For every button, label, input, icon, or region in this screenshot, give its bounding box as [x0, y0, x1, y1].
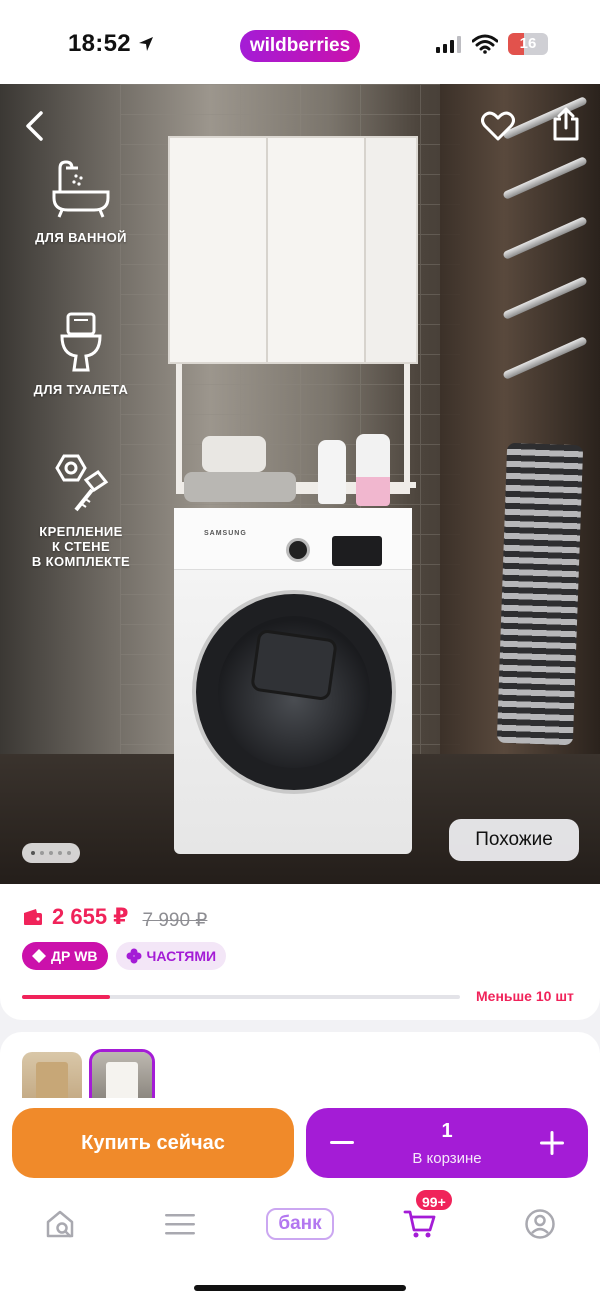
cabinet-upper [168, 136, 418, 364]
cabinet-door-right [268, 138, 366, 362]
favorite-button[interactable] [476, 104, 520, 148]
dr-wb-badge[interactable]: ДР WB [22, 942, 108, 970]
feature-wall-mount: КРЕПЛЕНИЕ К СТЕНЕ В КОМПЛЕКТЕ [22, 450, 140, 569]
promo-badges: ДР WB ЧАСТЯМИ [22, 942, 227, 970]
diamond-icon [32, 949, 46, 963]
washer-knob [286, 538, 310, 562]
tab-catalog[interactable] [150, 1196, 210, 1252]
price-card: 2 655 ₽ 7 990 ₽ ДР WB ЧАСТЯМИ Меньше 10 … [0, 884, 600, 1020]
increase-quantity-button[interactable] [522, 1108, 582, 1178]
home-search-icon [46, 1210, 74, 1238]
stock-label: Меньше 10 шт [476, 988, 574, 1004]
signal-icon [436, 36, 461, 53]
brand-pill[interactable]: wildberries [240, 30, 360, 62]
status-time: 18:52 [68, 30, 155, 58]
pagination-dot[interactable] [58, 851, 62, 855]
similar-button[interactable]: Похожие [449, 819, 579, 861]
in-cart-label: В корзине [412, 1150, 482, 1167]
plus-icon [540, 1131, 564, 1155]
home-indicator [194, 1285, 406, 1291]
towel-grey [184, 472, 296, 502]
cart-quantity-control: 1 В корзине [306, 1108, 588, 1178]
pagination-dot[interactable] [31, 851, 35, 855]
washer-addwash-window [250, 628, 338, 702]
system-icons: 16 [436, 33, 548, 55]
wifi-icon [472, 34, 498, 54]
cabinet-door-left [170, 138, 268, 362]
time-text: 18:52 [68, 30, 131, 57]
pagination-dot[interactable] [49, 851, 53, 855]
washing-machine: SAMSUNG [174, 508, 412, 854]
minus-icon [330, 1141, 354, 1144]
cabinet-illustration: SAMSUNG [168, 136, 418, 856]
back-button[interactable] [14, 104, 54, 148]
tab-profile[interactable] [510, 1196, 570, 1252]
tab-bar: банк 99+ [0, 1188, 600, 1256]
current-price: 2 655 ₽ [22, 904, 128, 930]
pagination-dot[interactable] [40, 851, 44, 855]
share-icon [553, 107, 579, 141]
product-page: 18:52 wildberries 16 SAMSUNG ДЛЯ ВАННОЙ … [0, 0, 600, 1303]
striped-towel [496, 442, 584, 746]
battery-indicator: 16 [508, 33, 548, 55]
stock-progress-fill [22, 995, 110, 999]
washer-display [332, 536, 382, 566]
bathtub-icon [52, 160, 110, 218]
bottle-white [318, 440, 346, 504]
buy-now-button[interactable]: Купить сейчас [12, 1108, 294, 1178]
product-image-gallery[interactable]: SAMSUNG ДЛЯ ВАННОЙ ДЛЯ ТУАЛЕТА КРЕПЛЕНИЕ… [0, 84, 600, 884]
installments-badge[interactable]: ЧАСТЯМИ [115, 942, 227, 970]
gallery-pagination[interactable] [22, 843, 80, 863]
toilet-icon [60, 312, 102, 372]
chevron-left-icon [26, 111, 43, 141]
tab-cart[interactable]: 99+ [390, 1188, 454, 1252]
menu-icon [165, 1214, 195, 1235]
feature-label: ДЛЯ ТУАЛЕТА [33, 382, 129, 397]
decrease-quantity-button[interactable] [312, 1108, 372, 1178]
feature-label: ДЛЯ ВАННОЙ [35, 230, 127, 245]
feature-bathroom: ДЛЯ ВАННОЙ [22, 154, 140, 245]
feature-toilet: ДЛЯ ТУАЛЕТА [22, 310, 140, 397]
share-button[interactable] [544, 102, 588, 146]
cart-count-badge: 99+ [414, 1188, 454, 1212]
current-price-value: 2 655 ₽ [52, 904, 129, 929]
battery-level: 16 [519, 35, 537, 52]
tab-bank[interactable]: банк [262, 1196, 338, 1252]
price-row: 2 655 ₽ 7 990 ₽ [22, 904, 207, 932]
badge-label: ЧАСТЯМИ [146, 948, 217, 964]
bottle-pink [356, 434, 390, 506]
wall-mount-screw-icon [55, 454, 109, 512]
clover-icon [126, 948, 142, 964]
washer-brand: SAMSUNG [204, 530, 247, 537]
tab-home[interactable] [30, 1196, 90, 1252]
status-bar: 18:52 wildberries 16 [0, 0, 600, 84]
old-price: 7 990 ₽ [142, 910, 208, 931]
bank-label: банк [266, 1208, 334, 1240]
cart-quantity: 1 [441, 1120, 453, 1142]
pagination-dot[interactable] [67, 851, 71, 855]
profile-icon [525, 1209, 555, 1239]
wallet-icon [24, 909, 42, 925]
stock-progress [22, 995, 460, 999]
towel-white [202, 436, 266, 472]
heart-icon [481, 111, 515, 141]
location-arrow-icon [138, 37, 153, 51]
badge-label: ДР WB [51, 948, 98, 964]
feature-label: КРЕПЛЕНИЕ К СТЕНЕ В КОМПЛЕКТЕ [31, 524, 131, 569]
